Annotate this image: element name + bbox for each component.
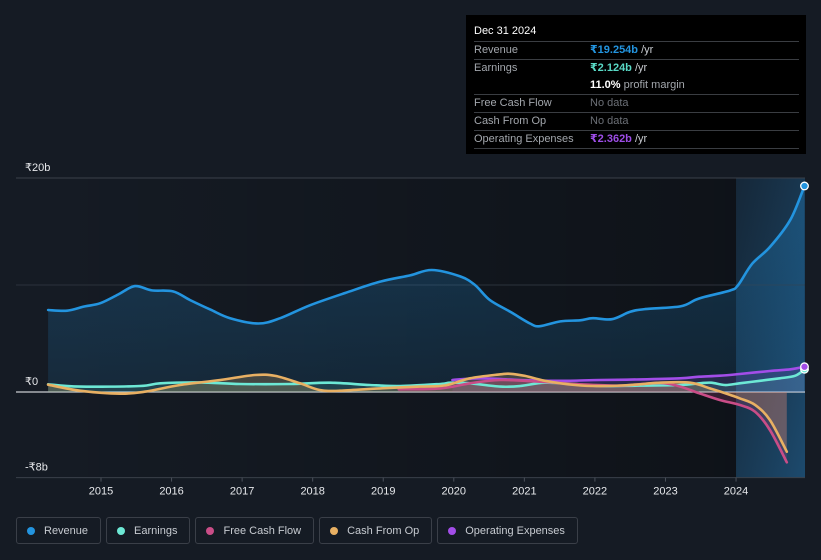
operating-expenses-dot-icon <box>448 526 457 535</box>
legend-item-earnings[interactable]: Earnings <box>106 517 191 544</box>
tooltip-unit: /yr <box>638 44 654 56</box>
tooltip-row-cash-from-op: Cash From Op No data <box>474 113 799 131</box>
legend-label: Operating Expenses <box>465 524 565 537</box>
tooltip-value: ₹19.254b <box>590 44 639 56</box>
x-tick-label: 2024 <box>724 486 748 498</box>
x-tick-label: 2022 <box>583 486 607 498</box>
x-tick-label: 2017 <box>230 486 254 498</box>
x-tick-label: 2016 <box>159 486 183 498</box>
tooltip-value: No data <box>590 115 629 127</box>
tooltip-row-free-cash-flow: Free Cash Flow No data <box>474 95 799 113</box>
tooltip-label: Earnings <box>474 62 518 74</box>
tooltip-unit: /yr <box>631 133 648 145</box>
y-tick-label: ₹0 <box>25 376 38 388</box>
legend-label: Revenue <box>44 524 89 537</box>
x-tick-label: 2015 <box>89 486 113 498</box>
tooltip-row-earnings: Earnings ₹2.124b /yr <box>474 60 799 77</box>
cash-from-op-dot-icon <box>330 526 339 535</box>
tooltip: Dec 31 2024 Revenue ₹19.254b /yr Earning… <box>466 15 806 154</box>
legend-item-free-cash-flow[interactable]: Free Cash Flow <box>195 517 315 544</box>
x-tick-label: 2019 <box>371 486 395 498</box>
opex-end-marker <box>800 362 809 372</box>
tooltip-unit: /yr <box>631 62 648 74</box>
revenue-dot-icon <box>27 526 35 535</box>
tooltip-label: Cash From Op <box>474 115 547 127</box>
legend-label: Free Cash Flow <box>223 524 302 537</box>
tooltip-row-operating-expenses: Operating Expenses ₹2.362b /yr <box>474 131 799 149</box>
y-tick-label: ₹20b <box>25 162 50 174</box>
tooltip-row-revenue: Revenue ₹19.254b /yr <box>474 42 799 60</box>
legend-item-operating-expenses[interactable]: Operating Expenses <box>437 517 578 544</box>
tooltip-label: Operating Expenses <box>474 133 574 145</box>
profit-margin-text: profit margin <box>620 79 685 91</box>
x-tick-label: 2020 <box>442 486 466 498</box>
tooltip-label: Free Cash Flow <box>474 97 552 109</box>
x-tick-label: 2018 <box>300 486 324 498</box>
x-tick-label: 2023 <box>653 486 677 498</box>
profit-margin-value: 11.0% <box>590 79 621 91</box>
earnings-dot-icon <box>117 526 126 535</box>
tooltip-row-profit-margin: 11.0% profit margin <box>474 77 799 95</box>
legend-label: Cash From Op <box>347 524 420 537</box>
legend: Revenue Earnings Free Cash Flow Cash Fro… <box>16 517 578 544</box>
revenue-end-marker <box>800 181 809 191</box>
tooltip-value: ₹2.362b <box>590 133 632 145</box>
legend-item-revenue[interactable]: Revenue <box>16 517 102 544</box>
tooltip-value: No data <box>590 97 629 109</box>
free-cash-flow-dot-icon <box>206 526 215 535</box>
legend-label: Earnings <box>134 524 178 537</box>
tooltip-label: Revenue <box>474 44 519 56</box>
tooltip-value: ₹2.124b <box>590 62 632 74</box>
tooltip-date: Dec 31 2024 <box>474 15 799 42</box>
y-tick-label: -₹8b <box>25 462 48 474</box>
legend-item-cash-from-op[interactable]: Cash From Op <box>319 517 433 544</box>
x-tick-label: 2021 <box>512 486 536 498</box>
